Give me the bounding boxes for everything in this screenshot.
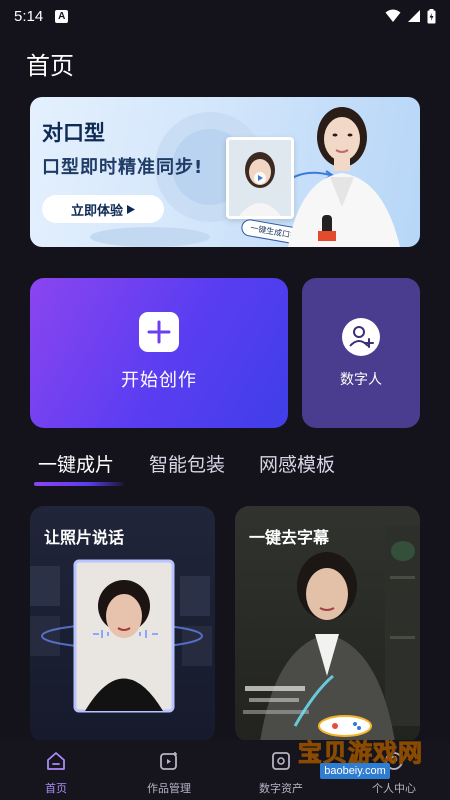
system-icons	[385, 8, 436, 24]
feature-card-talking-photo[interactable]: 让照片说话	[30, 506, 215, 742]
assets-icon	[272, 752, 290, 770]
watermark-url: baobeiy.com	[320, 763, 390, 779]
digital-human-label: 数字人	[340, 372, 382, 388]
site-watermark: 宝贝游戏网 baobeiy.com	[298, 715, 438, 783]
start-creating-label: 开始创作	[121, 370, 197, 391]
home-icon	[47, 752, 65, 770]
nav-label-home: 首页	[45, 782, 67, 795]
feature-title-talking-photo: 让照片说话	[44, 528, 125, 547]
banner-title: 对口型	[42, 121, 105, 145]
works-icon	[160, 752, 177, 770]
page-title: 首页	[26, 52, 74, 80]
feature-title-remove-subtitles: 一键去字幕	[249, 528, 330, 547]
news-anchor-illustration	[288, 107, 400, 247]
plus-icon	[139, 312, 179, 352]
try-now-label: 立即体验	[70, 203, 123, 219]
category-tabs: 一键成片 智能包装 网感模板	[0, 450, 450, 490]
cell-signal-icon	[408, 10, 420, 22]
nav-item-works[interactable]: 作品管理	[124, 740, 214, 800]
wifi-icon	[385, 9, 401, 22]
status-bar: 5:14 A	[0, 0, 450, 32]
tab-smart-packaging[interactable]: 智能包装	[149, 450, 225, 477]
active-tab-indicator	[34, 482, 124, 486]
play-triangle-icon	[127, 204, 135, 214]
promo-banner[interactable]: 对口型 口型即时精准同步! 立即体验 一键生成口播视频	[30, 97, 420, 247]
nav-item-home[interactable]: 首页	[11, 740, 101, 800]
add-person-icon	[342, 318, 380, 356]
tab-one-click-video[interactable]: 一键成片	[38, 450, 114, 477]
status-time: 5:14	[14, 7, 44, 25]
digital-human-card[interactable]: 数字人	[302, 278, 420, 428]
nav-label-works: 作品管理	[147, 782, 191, 795]
feature-card-remove-subtitles[interactable]: 一键去字幕	[235, 506, 420, 742]
banner-subtitle: 口型即时精准同步!	[42, 157, 204, 178]
tab-trendy-templates[interactable]: 网感模板	[259, 450, 335, 477]
try-now-button[interactable]: 立即体验	[42, 195, 164, 223]
battery-icon	[427, 8, 436, 23]
notification-badge-icon: A	[55, 9, 69, 23]
start-creating-card[interactable]: 开始创作	[30, 278, 288, 428]
